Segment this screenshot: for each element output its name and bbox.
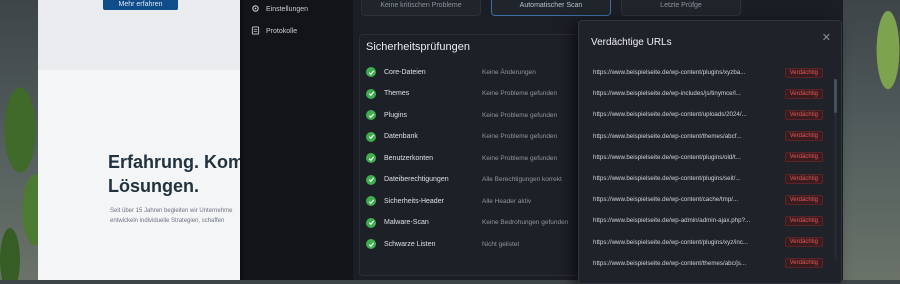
suspicious-badge: Verdächtig [784, 258, 823, 269]
check-status: Alle Header aktiv [482, 197, 532, 205]
url-text: https://www.beispielseite.de/wp-content/… [593, 153, 741, 161]
check-row: Benutzerkonten Keine Probleme gefunden [366, 153, 596, 163]
url-text: https://www.beispielseite.de/wp-admin/ad… [593, 217, 751, 225]
summary-card-auto-scan[interactable]: Automatischer Scan [491, 0, 611, 16]
gear-icon [251, 4, 260, 15]
check-name: Plugins [384, 111, 407, 119]
summary-card-issues[interactable]: Keine kritischen Probleme [361, 0, 481, 16]
url-row[interactable]: https://www.beispielseite.de/wp-content/… [593, 65, 823, 80]
suspicious-badge: Verdächtig [784, 109, 823, 120]
url-row[interactable]: https://www.beispielseite.de/wp-content/… [593, 150, 823, 165]
suspicious-badge: Verdächtig [784, 131, 823, 142]
check-name: Datenbank [384, 133, 418, 140]
check-status: Keine Probleme gefunden [482, 154, 558, 162]
sidebar-item-label: Einstellungen [266, 6, 309, 13]
url-text: https://www.beispielseite.de/wp-content/… [593, 259, 747, 267]
url-text: https://www.beispielseite.de/wp-content/… [593, 175, 741, 182]
check-name: Dateiberechtigungen [384, 176, 449, 183]
check-status: Keine Bedrohungen gefunden [482, 219, 569, 226]
suspicious-badge: Verdächtig [784, 194, 823, 205]
check-status: Alle Berechtigungen korrekt [482, 176, 562, 183]
check-name: Malware-Scan [384, 219, 429, 226]
modal-title: Verdächtige URLs [591, 37, 672, 48]
check-name: Sicherheits-Header [384, 197, 444, 205]
suspicious-badge: Verdächtig [784, 67, 823, 78]
check-row: Core-Dateien Keine Änderungen [366, 67, 596, 77]
suspicious-badge: Verdächtig [784, 237, 823, 248]
check-row: Themes Keine Probleme gefunden [366, 88, 596, 99]
sidebar-item-einstellungen[interactable]: Einstellungen [251, 4, 308, 15]
scrollbar[interactable] [834, 79, 837, 259]
url-text: https://www.beispielseite.de/wp-content/… [593, 111, 747, 119]
url-text: https://www.beispielseite.de/wp-includes… [593, 90, 741, 98]
panel-title: Sicherheitsprüfungen [366, 41, 470, 53]
check-status: Keine Probleme gefunden [482, 90, 558, 97]
check-circle-icon [366, 217, 376, 228]
check-row: Datenbank Keine Probleme gefunden [366, 131, 596, 142]
check-status: Keine Änderungen [482, 68, 536, 76]
url-text: https://www.beispielseite.de/wp-content/… [593, 69, 746, 76]
url-row[interactable]: https://www.beispielseite.de/wp-content/… [593, 235, 823, 250]
check-name: Core-Dateien [384, 68, 426, 76]
check-name: Schwarze Listen [384, 240, 436, 248]
check-circle-icon [366, 196, 376, 206]
close-icon[interactable]: ✕ [822, 31, 831, 44]
log-icon [251, 26, 260, 37]
check-name: Benutzerkonten [384, 154, 434, 162]
url-text: https://www.beispielseite.de/wp-content/… [593, 196, 739, 204]
url-row[interactable]: https://www.beispielseite.de/wp-includes… [593, 86, 823, 101]
suspicious-urls-modal: Verdächtige URLs ✕ https://www.beispiels… [578, 20, 842, 284]
check-row: Plugins Keine Probleme gefunden [366, 110, 596, 120]
check-circle-icon [366, 110, 376, 120]
check-circle-icon [366, 67, 376, 77]
suspicious-badge: Verdächtig [784, 173, 823, 184]
website-cta-button[interactable]: Mehr erfahren [103, 0, 178, 10]
sidebar: Einstellungen Protokolle [243, 0, 353, 280]
url-row[interactable]: https://www.beispielseite.de/wp-content/… [593, 256, 823, 271]
security-checks-panel: Sicherheitsprüfungen Core-Dateien Keine Ä… [359, 34, 591, 276]
sidebar-item-label: Protokolle [266, 28, 298, 35]
url-row[interactable]: https://www.beispielseite.de/wp-content/… [593, 171, 823, 186]
check-circle-icon [366, 174, 376, 185]
url-row[interactable]: https://www.beispielseite.de/wp-content/… [593, 107, 823, 122]
url-row[interactable]: https://www.beispielseite.de/wp-content/… [593, 129, 823, 144]
suspicious-badge: Verdächtig [784, 215, 823, 226]
check-status: Keine Probleme gefunden [482, 111, 558, 119]
check-status: Keine Probleme gefunden [482, 133, 558, 140]
check-row: Dateiberechtigungen Alle Berechtigungen k… [366, 174, 596, 185]
url-text: https://www.beispielseite.de/wp-content/… [593, 238, 749, 246]
url-text: https://www.beispielseite.de/wp-content/… [593, 132, 742, 140]
check-row: Malware-Scan Keine Bedrohungen gefunden [366, 217, 596, 228]
summary-card-last-check[interactable]: Letzte Prüfge [621, 0, 741, 16]
sidebar-item-protokolle[interactable]: Protokolle [251, 26, 297, 37]
check-row: Schwarze Listen Nicht gelistet [366, 239, 596, 249]
check-name: Themes [384, 90, 410, 97]
check-status: Nicht gelistet [482, 240, 520, 248]
suspicious-badge: Verdächtig [784, 152, 823, 163]
check-circle-icon [366, 131, 376, 142]
plant-decoration-right [870, 0, 900, 110]
check-row: Sicherheits-Header Alle Header aktiv [366, 196, 596, 206]
scrollbar-thumb[interactable] [834, 79, 837, 113]
check-circle-icon [366, 153, 376, 163]
url-row[interactable]: https://www.beispielseite.de/wp-content/… [593, 192, 823, 207]
suspicious-badge: Verdächtig [784, 88, 823, 99]
url-row[interactable]: https://www.beispielseite.de/wp-admin/ad… [593, 213, 823, 228]
check-circle-icon [366, 88, 376, 99]
summary-cards: Keine kritischen Probleme Automatischer … [361, 0, 741, 16]
check-circle-icon [366, 239, 376, 249]
